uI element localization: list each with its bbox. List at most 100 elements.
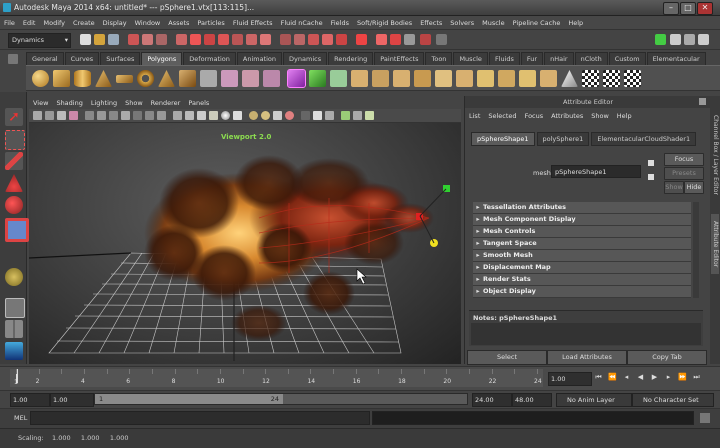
menuset-dropdown[interactable]: Dynamics ▾ <box>8 33 71 48</box>
ae-menu-attributes[interactable]: Attributes <box>547 110 587 123</box>
play-backwards-icon[interactable]: ◀ <box>636 373 645 382</box>
shelf-tab-surfaces[interactable]: Surfaces <box>100 52 141 65</box>
select-deformations-icon[interactable] <box>246 34 257 45</box>
gamma-icon[interactable] <box>353 111 362 120</box>
textured-icon[interactable] <box>209 111 218 120</box>
ambient-occlusion-icon[interactable] <box>249 111 258 120</box>
menu-solvers[interactable]: Solvers <box>446 16 478 30</box>
animation-end-field[interactable]: 48.00 <box>512 393 552 407</box>
menu-create[interactable]: Create <box>69 16 99 30</box>
select-handles-icon[interactable] <box>190 34 201 45</box>
perspective-viewport[interactable]: Viewport 2.0 <box>29 123 461 364</box>
shelf-tab-general[interactable]: General <box>26 52 64 65</box>
new-scene-icon[interactable] <box>80 34 91 45</box>
sections-scrollbar[interactable] <box>693 202 699 298</box>
safe-action-icon[interactable] <box>145 111 154 120</box>
range-bar[interactable]: 1 24 <box>94 393 468 405</box>
menu-fluid-effects[interactable]: Fluid Effects <box>229 16 277 30</box>
section-tessellation[interactable]: ▸ Tessellation Attributes <box>473 202 691 214</box>
section-render-stats[interactable]: ▸ Render Stats <box>473 274 691 286</box>
four-view-layout-icon[interactable] <box>5 320 23 338</box>
select-joints-icon[interactable] <box>204 34 215 45</box>
vp-menu-lighting[interactable]: Lighting <box>87 97 121 109</box>
notes-textarea[interactable] <box>471 323 701 345</box>
shelf-tab-custom[interactable]: Custom <box>608 52 646 65</box>
go-to-end-icon[interactable]: ⏭ <box>692 373 701 382</box>
play-forwards-icon[interactable]: ▶ <box>650 373 659 382</box>
menu-effects[interactable]: Effects <box>416 16 446 30</box>
depth-of-field-icon[interactable] <box>285 111 294 120</box>
scale-tool-icon[interactable] <box>5 218 29 242</box>
ae-menu-selected[interactable]: Selected <box>484 110 520 123</box>
snap-curve-icon[interactable] <box>294 34 305 45</box>
copy-tab-button[interactable]: Copy Tab <box>627 350 707 365</box>
shelf-tab-painteffects[interactable]: PaintEffects <box>374 52 425 65</box>
ae-menu-focus[interactable]: Focus <box>521 110 548 123</box>
extract-icon[interactable] <box>242 70 259 87</box>
snap-point-icon[interactable] <box>308 34 319 45</box>
section-tangent-space[interactable]: ▸ Tangent Space <box>473 238 691 250</box>
shelf-tab-muscle[interactable]: Muscle <box>453 52 488 65</box>
focus-button[interactable]: Focus <box>664 153 704 166</box>
grid-toggle-icon[interactable] <box>85 111 94 120</box>
combine-icon[interactable] <box>200 70 217 87</box>
resolution-gate-icon[interactable] <box>109 111 118 120</box>
menu-modify[interactable]: Modify <box>39 16 69 30</box>
animation-start-field[interactable]: 1.00 <box>10 393 50 407</box>
uv-planar-icon[interactable] <box>561 70 578 87</box>
vp-menu-renderer[interactable]: Renderer <box>147 97 185 109</box>
hide-button[interactable]: Hide <box>684 181 704 194</box>
menu-particles[interactable]: Particles <box>193 16 228 30</box>
checker-uv-icon[interactable] <box>582 70 599 87</box>
minimize-button[interactable]: – <box>663 2 679 15</box>
uv-editor-icon[interactable] <box>603 70 620 87</box>
panel-close-icon[interactable] <box>699 98 706 105</box>
image-plane-icon[interactable] <box>69 111 78 120</box>
shelf-tab-dynamics[interactable]: Dynamics <box>283 52 328 65</box>
select-camera-icon[interactable] <box>33 111 42 120</box>
vp-menu-show[interactable]: Show <box>121 97 147 109</box>
poly-pipe-icon[interactable] <box>179 70 196 87</box>
menu-window[interactable]: Window <box>131 16 165 30</box>
rotate-tool-icon[interactable] <box>5 196 23 214</box>
shelf-tab-toon[interactable]: Toon <box>425 52 453 65</box>
script-editor-icon[interactable] <box>700 413 710 423</box>
section-smooth-mesh[interactable]: ▸ Smooth Mesh <box>473 250 691 262</box>
lasso-tool-icon[interactable] <box>5 130 25 150</box>
menu-edit[interactable]: Edit <box>19 16 40 30</box>
menu-assets[interactable]: Assets <box>164 16 193 30</box>
snap-plane-icon[interactable] <box>322 34 333 45</box>
ae-menu-show[interactable]: Show <box>587 110 613 123</box>
bevel-icon[interactable] <box>519 70 536 87</box>
hypershade-icon[interactable] <box>420 34 431 45</box>
ae-menu-help[interactable]: Help <box>613 110 636 123</box>
menu-soft-rigid-bodies[interactable]: Soft/Rigid Bodies <box>353 16 416 30</box>
poly-torus-icon[interactable] <box>137 70 154 87</box>
section-object-display[interactable]: ▸ Object Display <box>473 286 691 298</box>
time-slider[interactable]: 2 4 6 8 10 12 14 16 18 20 22 24 1 1.00 ⏮ ⏪ ◂ ◀ ▶ ▸ … <box>0 366 720 390</box>
collapse-icon[interactable] <box>498 70 515 87</box>
render-settings-icon[interactable] <box>404 34 415 45</box>
load-attributes-button[interactable]: Load Attributes <box>547 350 627 365</box>
menu-fluid-ncache[interactable]: Fluid nCache <box>277 16 327 30</box>
section-mesh-controls[interactable]: ▸ Mesh Controls <box>473 226 691 238</box>
mesh-name-field[interactable]: pSphereShape1 <box>551 165 641 178</box>
smooth-shade-icon[interactable] <box>185 111 194 120</box>
maximize-button[interactable]: □ <box>680 2 696 15</box>
wireframe-on-shaded-icon[interactable] <box>197 111 206 120</box>
close-button[interactable]: ✕ <box>697 2 713 15</box>
open-scene-icon[interactable] <box>94 34 105 45</box>
shelf-tab-fluids[interactable]: Fluids <box>488 52 520 65</box>
shelf-tab-polygons[interactable]: Polygons <box>141 52 183 65</box>
offset-edge-loop-icon[interactable] <box>435 70 452 87</box>
poly-cube-icon[interactable] <box>53 70 70 87</box>
fill-hole-icon[interactable] <box>456 70 473 87</box>
append-polygon-icon[interactable] <box>372 70 389 87</box>
menu-file[interactable]: File <box>0 16 19 30</box>
move-tool-icon[interactable] <box>5 174 23 192</box>
menu-help[interactable]: Help <box>564 16 587 30</box>
separate-icon[interactable] <box>221 70 238 87</box>
vp-menu-view[interactable]: View <box>29 97 52 109</box>
vp-menu-shading[interactable]: Shading <box>52 97 86 109</box>
current-frame-field[interactable]: 1.00 <box>548 372 592 386</box>
